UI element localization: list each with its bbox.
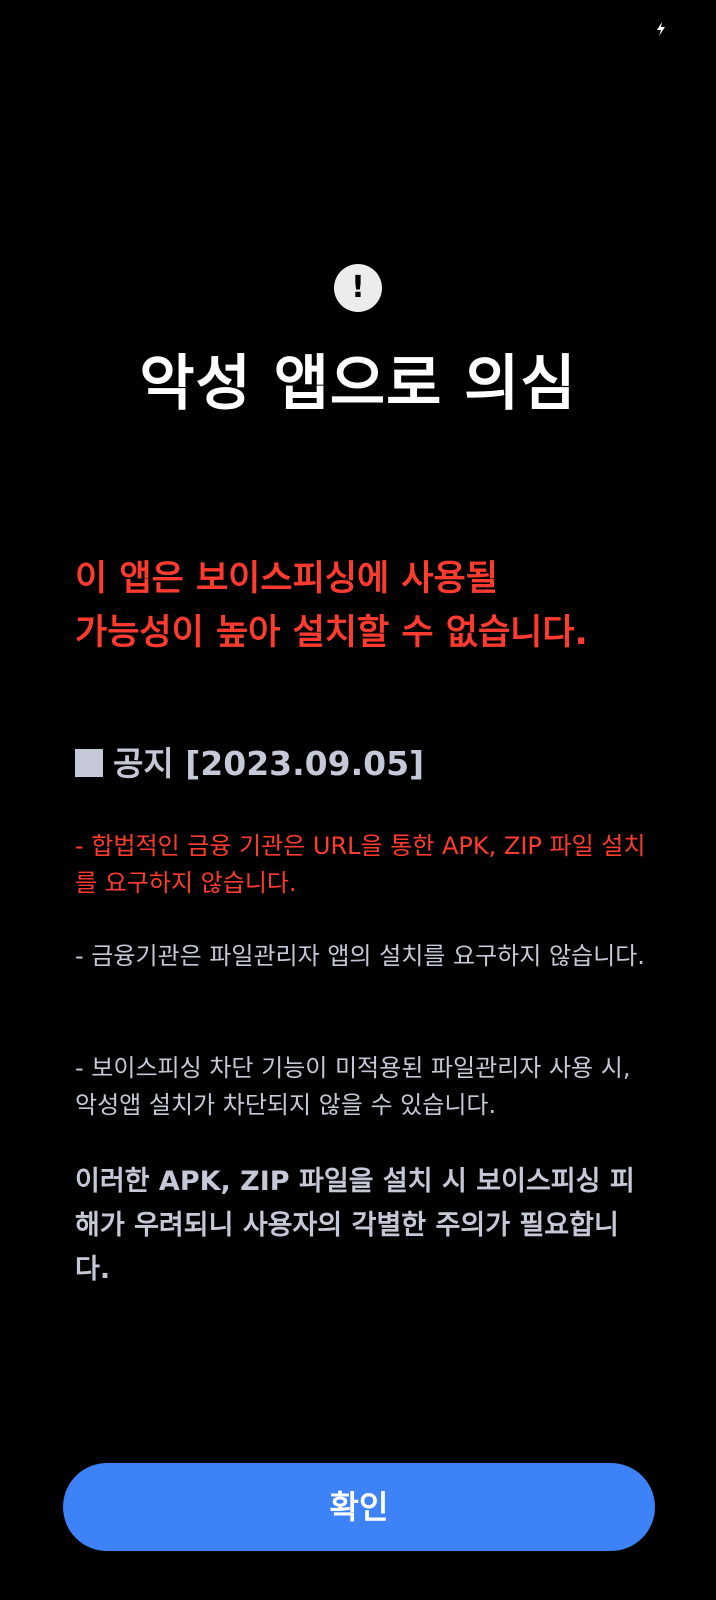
- warning-headline: 이 앱은 보이스피싱에 사용될 가능성이 높아 설치할 수 없습니다.: [75, 552, 695, 660]
- notice-item: - 합법적인 금융 기관은 URL을 통한 APK, ZIP 파일 설치를 요구…: [75, 832, 646, 897]
- status-bar: [0, 0, 716, 60]
- warning-line-2: 가능성이 높아 설치할 수 없습니다.: [75, 613, 588, 653]
- charging-bolt-icon: [657, 22, 665, 36]
- confirm-button[interactable]: 확인: [63, 1463, 655, 1551]
- square-bullet-icon: [75, 749, 103, 777]
- notice-heading-text: 공지 [2023.09.05]: [113, 744, 425, 783]
- exclamation-icon: !: [334, 264, 382, 312]
- warning-line-1: 이 앱은 보이스피싱에 사용될: [75, 559, 498, 599]
- notice-item: - 보이스피싱 차단 기능이 미적용된 파일관리자 사용 시, 악성앱 설치가 …: [75, 1054, 631, 1119]
- closing-warning: 이러한 APK, ZIP 파일을 설치 시 보이스피싱 피해가 우려되니 사용자…: [75, 1166, 635, 1285]
- page-title: 악성 앱으로 의심: [139, 349, 577, 419]
- notice-item: - 금융기관은 파일관리자 앱의 설치를 요구하지 않습니다.: [75, 942, 645, 970]
- notice-heading: 공지 [2023.09.05]: [75, 742, 675, 786]
